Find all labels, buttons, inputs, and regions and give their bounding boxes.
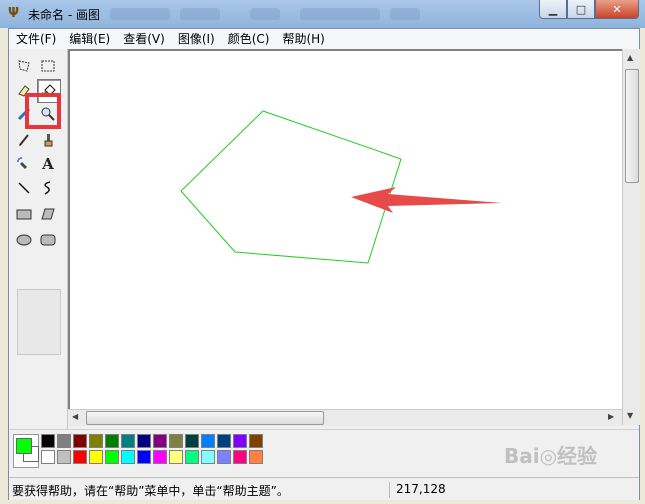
- color-swatch[interactable]: [249, 450, 263, 464]
- status-help-text: 要获得帮助，请在“帮助”菜单中，单击“帮助主题”。: [12, 484, 289, 498]
- toolbox: A: [9, 49, 68, 429]
- color-swatch[interactable]: [153, 450, 167, 464]
- color-swatch[interactable]: [89, 434, 103, 448]
- baidu-watermark: Bai◎经验: [504, 444, 598, 468]
- foreground-color-swatch[interactable]: [16, 438, 32, 454]
- color-swatch[interactable]: [233, 434, 247, 448]
- paint-window: Ψ 未命名 - 画图 ▁ □ ✕ 文件(F) 编辑(E) 查看(V) 图像(I)…: [0, 0, 645, 504]
- vertical-scrollbar[interactable]: ▲ ▼: [622, 49, 640, 425]
- menu-image[interactable]: 图像(I): [171, 29, 221, 49]
- color-swatch[interactable]: [233, 450, 247, 464]
- blurred-taskbar-text: [180, 8, 220, 20]
- drawing-canvas[interactable]: [70, 51, 622, 409]
- color-swatch[interactable]: [73, 450, 87, 464]
- rectangle-icon[interactable]: [13, 203, 35, 225]
- tool-options-box[interactable]: [17, 289, 61, 355]
- window-title: 未命名 - 画图: [28, 8, 100, 22]
- pencil-icon[interactable]: [13, 129, 35, 151]
- scroll-down-icon[interactable]: ▼: [627, 411, 633, 420]
- color-swatch[interactable]: [153, 434, 167, 448]
- rounded-rect-icon[interactable]: [37, 229, 59, 251]
- color-swatch[interactable]: [121, 434, 135, 448]
- color-swatch[interactable]: [73, 434, 87, 448]
- airbrush-icon[interactable]: [13, 153, 35, 175]
- color-swatch[interactable]: [169, 434, 183, 448]
- status-bar: 要获得帮助，请在“帮助”菜单中，单击“帮助主题”。 217,128: [9, 477, 639, 500]
- vertical-scroll-thumb[interactable]: [625, 69, 639, 183]
- color-swatch[interactable]: [201, 450, 215, 464]
- menu-view[interactable]: 查看(V): [116, 29, 171, 49]
- green-polygon: [180, 110, 402, 264]
- color-swatch[interactable]: [137, 450, 151, 464]
- blurred-taskbar-text: [250, 8, 280, 20]
- highlight-box: [25, 93, 61, 129]
- color-swatch[interactable]: [201, 434, 215, 448]
- color-swatch[interactable]: [217, 450, 231, 464]
- paint-icon: Ψ: [8, 6, 20, 21]
- free-select-icon[interactable]: [13, 55, 35, 77]
- menu-file[interactable]: 文件(F): [9, 29, 62, 49]
- scroll-right-icon[interactable]: ▶: [608, 412, 614, 421]
- minimize-button[interactable]: ▁: [539, 0, 567, 19]
- scroll-up-icon[interactable]: ▲: [627, 53, 633, 62]
- color-swatch[interactable]: [137, 434, 151, 448]
- blurred-taskbar-text: [390, 8, 420, 20]
- text-icon[interactable]: A: [37, 153, 59, 175]
- color-swatch[interactable]: [41, 450, 55, 464]
- menu-help[interactable]: 帮助(H): [275, 29, 330, 49]
- blurred-taskbar-text: [110, 8, 170, 20]
- menu-edit[interactable]: 编辑(E): [62, 29, 116, 49]
- color-swatch[interactable]: [105, 450, 119, 464]
- canvas-drawing: [180, 110, 502, 264]
- blurred-taskbar-text: [300, 8, 380, 20]
- color-swatch[interactable]: [121, 450, 135, 464]
- app-frame: 文件(F) 编辑(E) 查看(V) 图像(I) 颜色(C) 帮助(H) A ▲ …: [8, 28, 640, 500]
- color-swatch[interactable]: [57, 450, 71, 464]
- brush-icon[interactable]: [37, 129, 59, 151]
- annotation-arrow: [351, 187, 502, 213]
- cursor-coordinates: 217,128: [389, 482, 446, 498]
- color-swatch[interactable]: [41, 434, 55, 448]
- current-colors[interactable]: [13, 434, 39, 468]
- color-swatch[interactable]: [185, 434, 199, 448]
- color-swatch[interactable]: [105, 434, 119, 448]
- curve-icon[interactable]: [37, 177, 59, 199]
- color-swatch[interactable]: [89, 450, 103, 464]
- menu-bar: 文件(F) 编辑(E) 查看(V) 图像(I) 颜色(C) 帮助(H): [9, 29, 639, 50]
- polygon-icon[interactable]: [37, 203, 59, 225]
- color-swatch[interactable]: [249, 434, 263, 448]
- line-icon[interactable]: [13, 177, 35, 199]
- horizontal-scroll-thumb[interactable]: [86, 411, 324, 425]
- color-swatch[interactable]: [217, 434, 231, 448]
- menu-colors[interactable]: 颜色(C): [221, 29, 276, 49]
- ellipse-icon[interactable]: [13, 229, 35, 251]
- canvas-area: [68, 49, 622, 409]
- color-swatch[interactable]: [185, 450, 199, 464]
- window-controls: ▁ □ ✕: [539, 0, 639, 19]
- color-swatch[interactable]: [169, 450, 183, 464]
- color-swatch[interactable]: [57, 434, 71, 448]
- maximize-button[interactable]: □: [567, 0, 595, 19]
- close-button[interactable]: ✕: [595, 0, 639, 19]
- title-bar[interactable]: Ψ 未命名 - 画图 ▁ □ ✕: [0, 0, 645, 28]
- scroll-left-icon[interactable]: ◀: [72, 412, 78, 421]
- horizontal-scrollbar[interactable]: ◀ ▶: [68, 409, 622, 426]
- rect-select-icon[interactable]: [37, 55, 59, 77]
